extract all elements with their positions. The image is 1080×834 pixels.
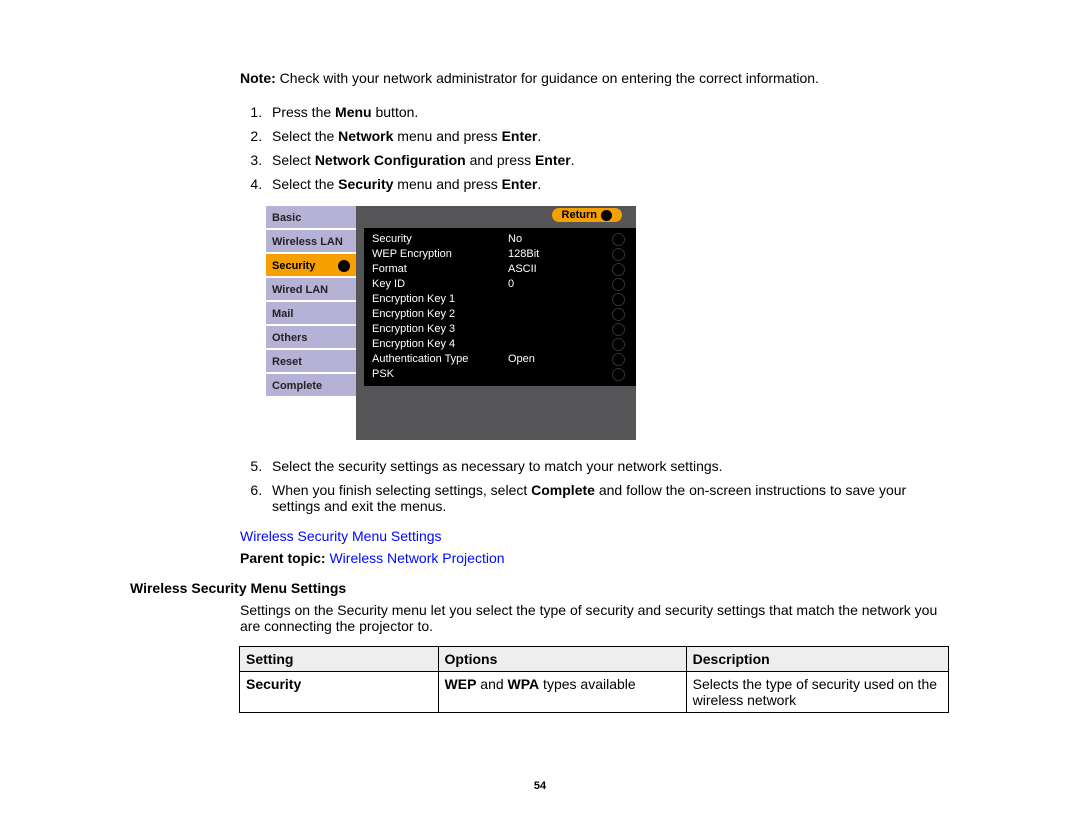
note-prefix: Note: [240, 70, 276, 86]
projector-setting-label: Encryption Key 4 [364, 337, 508, 352]
projector-setting-value [508, 367, 578, 382]
enter-icon [601, 210, 612, 221]
projector-setting-label: Encryption Key 3 [364, 322, 508, 337]
step-6: When you finish selecting settings, sele… [266, 482, 950, 514]
content-column: Note: Check with your network administra… [240, 70, 950, 713]
return-button[interactable]: Return [552, 208, 622, 222]
table-row: Security WEP and WPA types available Sel… [240, 672, 949, 713]
projector-tab-basic[interactable]: Basic [266, 206, 356, 230]
projector-setting-row[interactable]: PSK [364, 367, 624, 382]
projector-setting-label: Security [364, 232, 508, 247]
projector-tab-wireless-lan[interactable]: Wireless LAN [266, 230, 356, 254]
step-1: Press the Menu button. [266, 104, 950, 120]
return-label: Return [562, 209, 597, 221]
projector-tab-others[interactable]: Others [266, 326, 356, 350]
projector-settings-panel: SecurityNoWEP Encryption128BitFormatASCI… [364, 228, 636, 386]
parent-topic-link[interactable]: Wireless Network Projection [326, 550, 505, 566]
projector-setting-value [508, 337, 578, 352]
projector-menu: BasicWireless LANSecurityWired LANMailOt… [266, 206, 636, 440]
projector-setting-value: 0 [508, 277, 578, 292]
page-number: 54 [0, 780, 1080, 792]
projector-setting-label: Format [364, 262, 508, 277]
step-3: Select Network Configuration and press E… [266, 152, 950, 168]
steps-list-2: Select the security settings as necessar… [240, 458, 950, 514]
projector-tab-wired-lan[interactable]: Wired LAN [266, 278, 356, 302]
th-setting: Setting [240, 647, 439, 672]
parent-topic-line: Parent topic: Wireless Network Projectio… [240, 550, 950, 566]
projector-setting-label: Authentication Type [364, 352, 508, 367]
td-description: Selects the type of security used on the… [686, 672, 948, 713]
note-text: Check with your network administrator fo… [276, 70, 819, 86]
projector-setting-label: WEP Encryption [364, 247, 508, 262]
projector-panel-area: Return SecurityNoWEP Encryption128BitFor… [364, 214, 632, 436]
wireless-security-link[interactable]: Wireless Security Menu Settings [240, 528, 442, 544]
projector-setting-label: Key ID [364, 277, 508, 292]
projector-setting-value [508, 322, 578, 337]
parent-topic-prefix: Parent topic: [240, 550, 326, 566]
projector-setting-value: No [508, 232, 578, 247]
td-setting: Security [240, 672, 439, 713]
projector-setting-row[interactable]: Encryption Key 4 [364, 337, 624, 352]
projector-setting-row[interactable]: Encryption Key 1 [364, 292, 624, 307]
td-options: WEP and WPA types available [438, 672, 686, 713]
projector-setting-value [508, 292, 578, 307]
step-2: Select the Network menu and press Enter. [266, 128, 950, 144]
projector-menu-screenshot: BasicWireless LANSecurityWired LANMailOt… [266, 206, 950, 440]
projector-setting-row[interactable]: WEP Encryption128Bit [364, 247, 624, 262]
step-5: Select the security settings as necessar… [266, 458, 950, 474]
related-link-line: Wireless Security Menu Settings [240, 528, 950, 544]
projector-setting-row[interactable]: Encryption Key 3 [364, 322, 624, 337]
projector-setting-label: Encryption Key 1 [364, 292, 508, 307]
steps-list-1: Press the Menu button. Select the Networ… [240, 104, 950, 192]
projector-setting-row[interactable]: Key ID0 [364, 277, 624, 292]
projector-setting-value: ASCII [508, 262, 578, 277]
step-4: Select the Security menu and press Enter… [266, 176, 950, 192]
projector-setting-row[interactable]: Authentication TypeOpen [364, 352, 624, 367]
projector-setting-row[interactable]: FormatASCII [364, 262, 624, 277]
projector-setting-label: Encryption Key 2 [364, 307, 508, 322]
settings-table: Setting Options Description Security WEP… [239, 646, 949, 713]
section-description: Settings on the Security menu let you se… [240, 602, 950, 634]
projector-tab-mail[interactable]: Mail [266, 302, 356, 326]
note-line: Note: Check with your network administra… [240, 70, 950, 86]
projector-setting-value [508, 307, 578, 322]
projector-setting-value: 128Bit [508, 247, 578, 262]
projector-setting-row[interactable]: Encryption Key 2 [364, 307, 624, 322]
section-heading: Wireless Security Menu Settings [130, 580, 950, 596]
th-description: Description [686, 647, 948, 672]
projector-setting-value: Open [508, 352, 578, 367]
projector-setting-row[interactable]: SecurityNo [364, 232, 624, 247]
projector-tab-complete[interactable]: Complete [266, 374, 356, 398]
th-options: Options [438, 647, 686, 672]
projector-tabs: BasicWireless LANSecurityWired LANMailOt… [266, 206, 356, 440]
projector-setting-label: PSK [364, 367, 508, 382]
document-page: Note: Check with your network administra… [0, 0, 1080, 834]
table-header-row: Setting Options Description [240, 647, 949, 672]
projector-tab-security[interactable]: Security [266, 254, 356, 278]
projector-tab-reset[interactable]: Reset [266, 350, 356, 374]
